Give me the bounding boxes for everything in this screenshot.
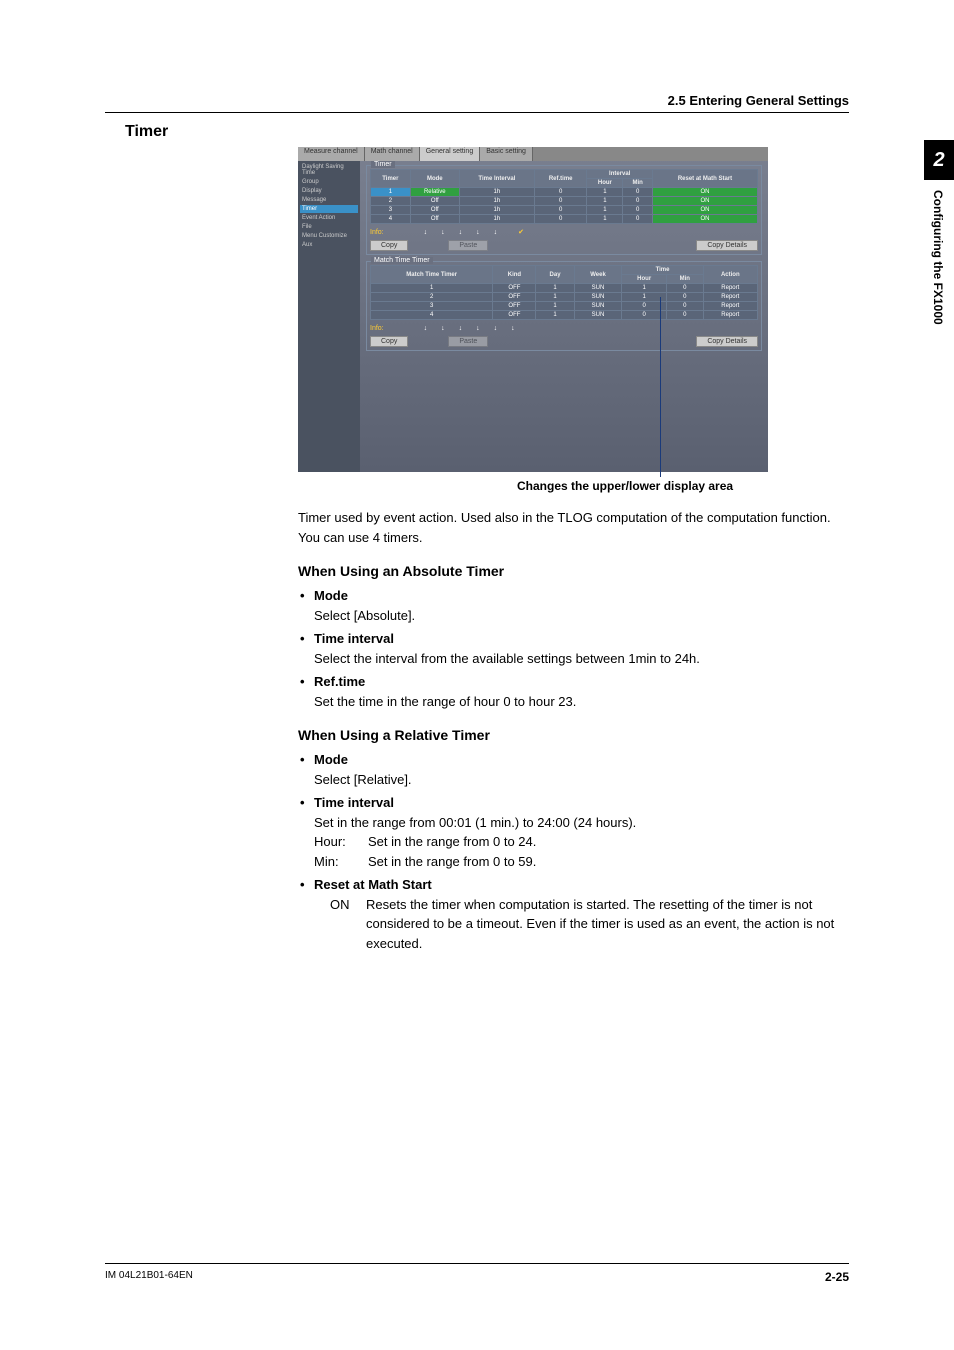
th-time-interval: Time Interval [459, 170, 534, 188]
info-label-2: Info: [370, 325, 384, 332]
intro-paragraph: Timer used by event action. Used also in… [298, 508, 853, 547]
rel-rm-title: Reset at Math Start [314, 877, 432, 892]
abs-ti-body: Select the interval from the available s… [314, 649, 853, 669]
th-interval: Interval [587, 170, 653, 179]
tab-general-setting[interactable]: General setting [420, 147, 480, 161]
th-ref-time: Ref.time [534, 170, 586, 188]
mtt-table: Match Time Timer Kind Day Week Time Acti… [370, 265, 758, 320]
info-arrows: ↓ ↓ ↓ ↓ ↓ ✔ [424, 227, 524, 237]
paste-button[interactable]: Paste [448, 240, 488, 251]
rel-ti-min-key: Min: [314, 852, 368, 872]
timer-row-4[interactable]: 4 Off 1h 0 1 0 ON [371, 215, 758, 224]
sidebar-item-group[interactable]: Group [300, 178, 358, 186]
th-mode: Mode [410, 170, 459, 188]
copy-button-2[interactable]: Copy [370, 336, 408, 347]
rel-rm-on-val: Resets the timer when computation is sta… [366, 895, 853, 954]
sidebar-item-file[interactable]: File [300, 223, 358, 231]
abs-ref-time-item: Ref.time Set the time in the range of ho… [298, 672, 853, 711]
header-section-label: 2.5 Entering General Settings [668, 93, 849, 108]
th-week: Week [574, 266, 622, 284]
th-reset: Reset at Math Start [653, 170, 758, 188]
rel-mode-title: Mode [314, 752, 348, 767]
abs-mode-body: Select [Absolute]. [314, 606, 853, 626]
footer-doc-id: IM 04L21B01-64EN [105, 1270, 193, 1284]
timer-panel-label: Timer [371, 161, 395, 168]
header-rule [105, 112, 849, 113]
th-min: Min [623, 179, 653, 188]
sidebar-item-dst[interactable]: Daylight Saving Time [300, 163, 358, 177]
rel-ti-hour-key: Hour: [314, 832, 368, 852]
th-hour: Hour [587, 179, 623, 188]
timer-row-3[interactable]: 3 Off 1h 0 1 0 ON [371, 206, 758, 215]
rel-ti-hour-val: Set in the range from 0 to 24. [368, 832, 536, 852]
abs-rt-body: Set the time in the range of hour 0 to h… [314, 692, 853, 712]
section-title-timer: Timer [125, 123, 168, 141]
mtt-row-1[interactable]: 1 OFF 1 SUN 1 0 Report [371, 284, 758, 293]
th-timer: Timer [371, 170, 411, 188]
callout-line [660, 297, 661, 477]
rel-time-interval-item: Time interval Set in the range from 00:0… [298, 793, 853, 871]
abs-rt-title: Ref.time [314, 674, 365, 689]
abs-mode-item: Mode Select [Absolute]. [298, 586, 853, 625]
th-time-min: Min [666, 275, 703, 284]
screenshot-tabs: Measure channel Math channel General set… [298, 147, 768, 161]
side-tab: 2 Configuring the FX1000 [924, 140, 954, 325]
copy-details-button-2[interactable]: Copy Details [696, 336, 758, 347]
timer-row-1[interactable]: 1 Relative 1h 0 1 0 ON [371, 188, 758, 197]
rel-mode-body: Select [Relative]. [314, 770, 853, 790]
sidebar-item-timer[interactable]: Timer [300, 205, 358, 213]
abs-ti-title: Time interval [314, 631, 394, 646]
footer-page-number: 2-25 [825, 1270, 849, 1284]
th-mtt: Match Time Timer [371, 266, 493, 284]
caption-changes-display-area: Changes the upper/lower display area [517, 479, 733, 493]
match-time-timer-panel: Match Time Timer Match Time Timer Kind D… [366, 261, 762, 351]
timer-panel: Timer Timer Mode Time Interval Ref.time … [366, 165, 762, 255]
th-time: Time [622, 266, 703, 275]
abs-mode-title: Mode [314, 588, 348, 603]
th-time-hour: Hour [622, 275, 666, 284]
info-arrows-2: ↓ ↓ ↓ ↓ ↓ ↓ [424, 323, 515, 333]
timer-table: Timer Mode Time Interval Ref.time Interv… [370, 169, 758, 224]
copy-button[interactable]: Copy [370, 240, 408, 251]
heading-relative-timer: When Using a Relative Timer [298, 725, 853, 746]
timer-row-2[interactable]: 2 Off 1h 0 1 0 ON [371, 197, 758, 206]
mtt-row-4[interactable]: 4 OFF 1 SUN 0 0 Report [371, 311, 758, 320]
chapter-name: Configuring the FX1000 [924, 180, 945, 325]
th-action: Action [703, 266, 757, 284]
mtt-row-3[interactable]: 3 OFF 1 SUN 0 0 Report [371, 302, 758, 311]
abs-time-interval-item: Time interval Select the interval from t… [298, 629, 853, 668]
sidebar-item-aux[interactable]: Aux [300, 241, 358, 249]
screenshot-sidebar: Daylight Saving Time Group Display Messa… [298, 161, 360, 472]
screenshot-timer-settings: Measure channel Math channel General set… [298, 147, 768, 472]
mtt-row-2[interactable]: 2 OFF 1 SUN 1 0 Report [371, 293, 758, 302]
sidebar-item-message[interactable]: Message [300, 196, 358, 204]
rel-ti-title: Time interval [314, 795, 394, 810]
rel-reset-item: Reset at Math Start ON Resets the timer … [298, 875, 853, 953]
sidebar-item-display[interactable]: Display [300, 187, 358, 195]
rel-ti-body1: Set in the range from 00:01 (1 min.) to … [314, 813, 853, 833]
th-day: Day [536, 266, 574, 284]
page-footer: IM 04L21B01-64EN 2-25 [105, 1263, 849, 1284]
copy-details-button[interactable]: Copy Details [696, 240, 758, 251]
tab-basic-setting[interactable]: Basic setting [480, 147, 533, 161]
paste-button-2[interactable]: Paste [448, 336, 488, 347]
heading-absolute-timer: When Using an Absolute Timer [298, 561, 853, 582]
mtt-panel-label: Match Time Timer [371, 257, 433, 264]
rel-ti-min-val: Set in the range from 0 to 59. [368, 852, 536, 872]
th-kind: Kind [493, 266, 536, 284]
chapter-number: 2 [924, 140, 954, 180]
tab-math-channel[interactable]: Math channel [365, 147, 420, 161]
screenshot-main: Timer Timer Mode Time Interval Ref.time … [360, 161, 768, 472]
content-body: Timer used by event action. Used also in… [298, 508, 853, 957]
tab-measure-channel[interactable]: Measure channel [298, 147, 365, 161]
rel-rm-on-key: ON [330, 895, 366, 954]
sidebar-item-menu-customize[interactable]: Menu Customize [300, 232, 358, 240]
sidebar-item-event-action[interactable]: Event Action [300, 214, 358, 222]
info-label: Info: [370, 229, 384, 236]
rel-mode-item: Mode Select [Relative]. [298, 750, 853, 789]
